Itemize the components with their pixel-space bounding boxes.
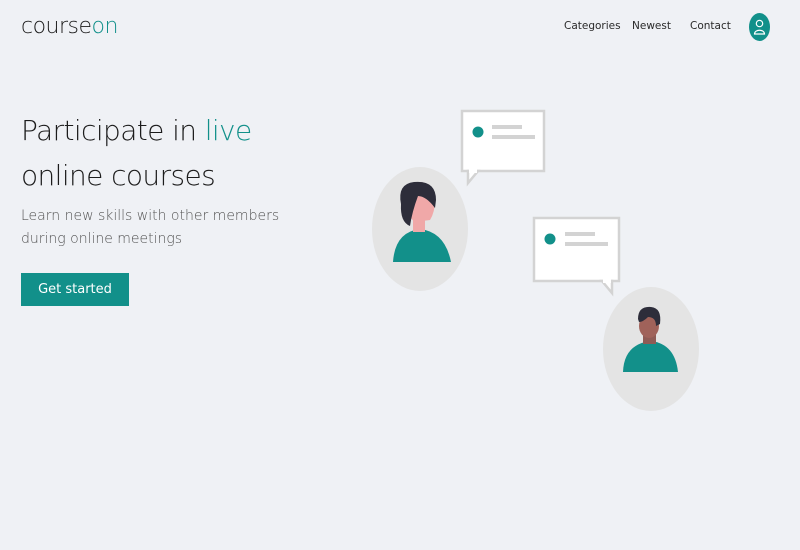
nav-link-categories[interactable]: Categories bbox=[564, 20, 621, 32]
nav-link-newest[interactable]: Newest bbox=[632, 20, 671, 32]
avatar-woman bbox=[372, 167, 468, 291]
user-icon bbox=[753, 19, 766, 35]
main-nav: Categories Newest Contact bbox=[0, 20, 800, 36]
message-dot-icon bbox=[544, 233, 556, 245]
hero-subtitle: Learn new skills with other members duri… bbox=[21, 205, 281, 251]
hero-title-line2: online courses bbox=[21, 159, 216, 192]
get-started-button[interactable]: Get started bbox=[21, 273, 129, 306]
message-dot-icon bbox=[472, 126, 484, 138]
online-meeting-illustration bbox=[372, 109, 699, 411]
avatar-man bbox=[603, 287, 699, 411]
hero-subtitle-line2: during online meetings bbox=[21, 231, 183, 247]
hero-subtitle-line1: Learn new skills with other members bbox=[21, 208, 280, 224]
nav-link-contact[interactable]: Contact bbox=[690, 20, 731, 32]
landing-page: courseon Categories Newest Contact Parti… bbox=[0, 0, 800, 550]
hero-title: Participate in live online courses bbox=[21, 108, 321, 198]
account-button[interactable] bbox=[749, 13, 770, 41]
chat-bubble-top bbox=[460, 109, 546, 187]
hero-title-accent: live bbox=[204, 114, 253, 147]
hero-title-prefix: Participate in bbox=[21, 114, 205, 147]
chat-bubble-bottom bbox=[532, 216, 621, 297]
